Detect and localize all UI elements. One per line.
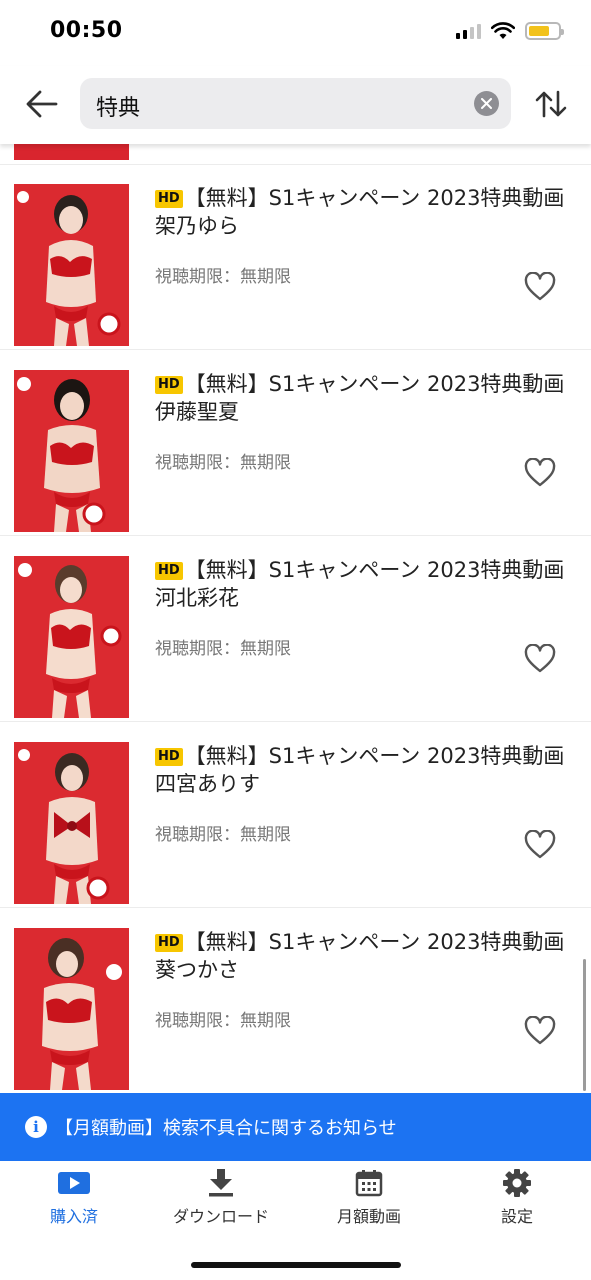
video-list[interactable]: HD 【無料】S1キャンペーン 2023特典動画 架乃ゆら 視聴期限：無期限 HD… (0, 144, 591, 1093)
model-thumbnail-image (14, 928, 129, 1090)
tab-monthly-video[interactable]: 月額動画 (299, 1167, 439, 1227)
model-thumbnail-image (14, 742, 129, 904)
notice-text: 【月額動画】検索不具合に関するお知らせ (55, 1118, 397, 1139)
tab-purchased[interactable]: 購入済 (4, 1167, 144, 1227)
item-title: 【無料】S1キャンペーン 2023特典動画 四宮ありす (155, 744, 565, 796)
hd-badge: HD (155, 562, 183, 580)
gear-icon (500, 1167, 534, 1199)
hd-badge: HD (155, 934, 183, 952)
tab-label: 月額動画 (336, 1207, 401, 1226)
home-indicator[interactable] (191, 1262, 401, 1268)
tab-label: 購入済 (49, 1207, 98, 1226)
tab-label: ダウンロード (172, 1207, 269, 1226)
download-icon (204, 1167, 238, 1199)
item-title-block: HD 【無料】S1キャンペーン 2023特典動画 四宮ありす (155, 742, 575, 798)
sort-button[interactable] (533, 86, 569, 122)
item-title-block: HD 【無料】S1キャンペーン 2023特典動画 河北彩花 (155, 556, 575, 612)
viewing-period: 視聴期限：無期限 (155, 267, 291, 287)
tab-settings[interactable]: 設定 (447, 1167, 587, 1227)
list-item[interactable]: HD 【無料】S1キャンペーン 2023特典動画 葵つかさ 視聴期限：無期限 (0, 908, 591, 1093)
thumbnail[interactable] (14, 556, 129, 718)
viewing-period: 視聴期限：無期限 (155, 453, 291, 473)
thumbnail[interactable] (14, 370, 129, 532)
notice-banner[interactable]: i 【月額動画】検索不具合に関するお知らせ (0, 1093, 591, 1161)
viewing-period: 視聴期限：無期限 (155, 639, 291, 659)
model-thumbnail-image (14, 184, 129, 346)
model-thumbnail-image (14, 370, 129, 532)
list-item[interactable]: HD 【無料】S1キャンペーン 2023特典動画 伊藤聖夏 視聴期限：無期限 (0, 350, 591, 536)
search-input[interactable]: 特典 (80, 78, 511, 129)
item-title-block: HD 【無料】S1キャンペーン 2023特典動画 伊藤聖夏 (155, 370, 575, 426)
item-title-block: HD 【無料】S1キャンペーン 2023特典動画 葵つかさ (155, 928, 575, 984)
back-button[interactable] (22, 84, 62, 124)
search-query: 特典 (96, 96, 141, 121)
battery-icon (525, 22, 564, 40)
status-time: 00:50 (50, 18, 123, 43)
cellular-signal-icon (456, 23, 481, 39)
scrollbar[interactable] (583, 959, 586, 1091)
viewing-period: 視聴期限：無期限 (155, 825, 291, 845)
item-title-block: HD 【無料】S1キャンペーン 2023特典動画 架乃ゆら (155, 184, 575, 240)
item-title: 【無料】S1キャンペーン 2023特典動画 伊藤聖夏 (155, 372, 565, 424)
list-item[interactable]: HD 【無料】S1キャンペーン 2023特典動画 河北彩花 視聴期限：無期限 (0, 536, 591, 722)
list-item[interactable]: HD 【無料】S1キャンペーン 2023特典動画 四宮ありす 視聴期限：無期限 (0, 722, 591, 908)
tab-label: 設定 (500, 1207, 533, 1226)
thumbnail[interactable] (14, 144, 129, 160)
thumbnail[interactable] (14, 928, 129, 1090)
status-bar: 00:50 (0, 0, 591, 66)
close-icon (481, 98, 492, 109)
wifi-icon (491, 22, 515, 39)
status-icons (456, 22, 564, 40)
play-icon (57, 1167, 91, 1199)
search-header: 特典 (0, 66, 591, 144)
info-icon: i (25, 1116, 47, 1138)
heart-icon[interactable] (524, 1016, 556, 1046)
hd-badge: HD (155, 748, 183, 766)
thumbnail[interactable] (14, 184, 129, 346)
heart-icon[interactable] (524, 644, 556, 674)
heart-icon[interactable] (524, 830, 556, 860)
tab-download[interactable]: ダウンロード (151, 1167, 291, 1227)
item-title: 【無料】S1キャンペーン 2023特典動画 架乃ゆら (155, 186, 565, 238)
item-title: 【無料】S1キャンペーン 2023特典動画 葵つかさ (155, 930, 565, 982)
list-item[interactable]: HD 【無料】S1キャンペーン 2023特典動画 架乃ゆら 視聴期限：無期限 (0, 164, 591, 350)
thumbnail[interactable] (14, 742, 129, 904)
heart-icon[interactable] (524, 272, 556, 302)
clear-search-button[interactable] (474, 91, 499, 116)
calendar-icon (352, 1167, 386, 1199)
item-title: 【無料】S1キャンペーン 2023特典動画 河北彩花 (155, 558, 565, 610)
hd-badge: HD (155, 376, 183, 394)
sort-icon (535, 90, 567, 118)
viewing-period: 視聴期限：無期限 (155, 1011, 291, 1031)
arrow-left-icon (26, 90, 58, 118)
hd-badge: HD (155, 190, 183, 208)
heart-icon[interactable] (524, 458, 556, 488)
model-thumbnail-image (14, 556, 129, 718)
